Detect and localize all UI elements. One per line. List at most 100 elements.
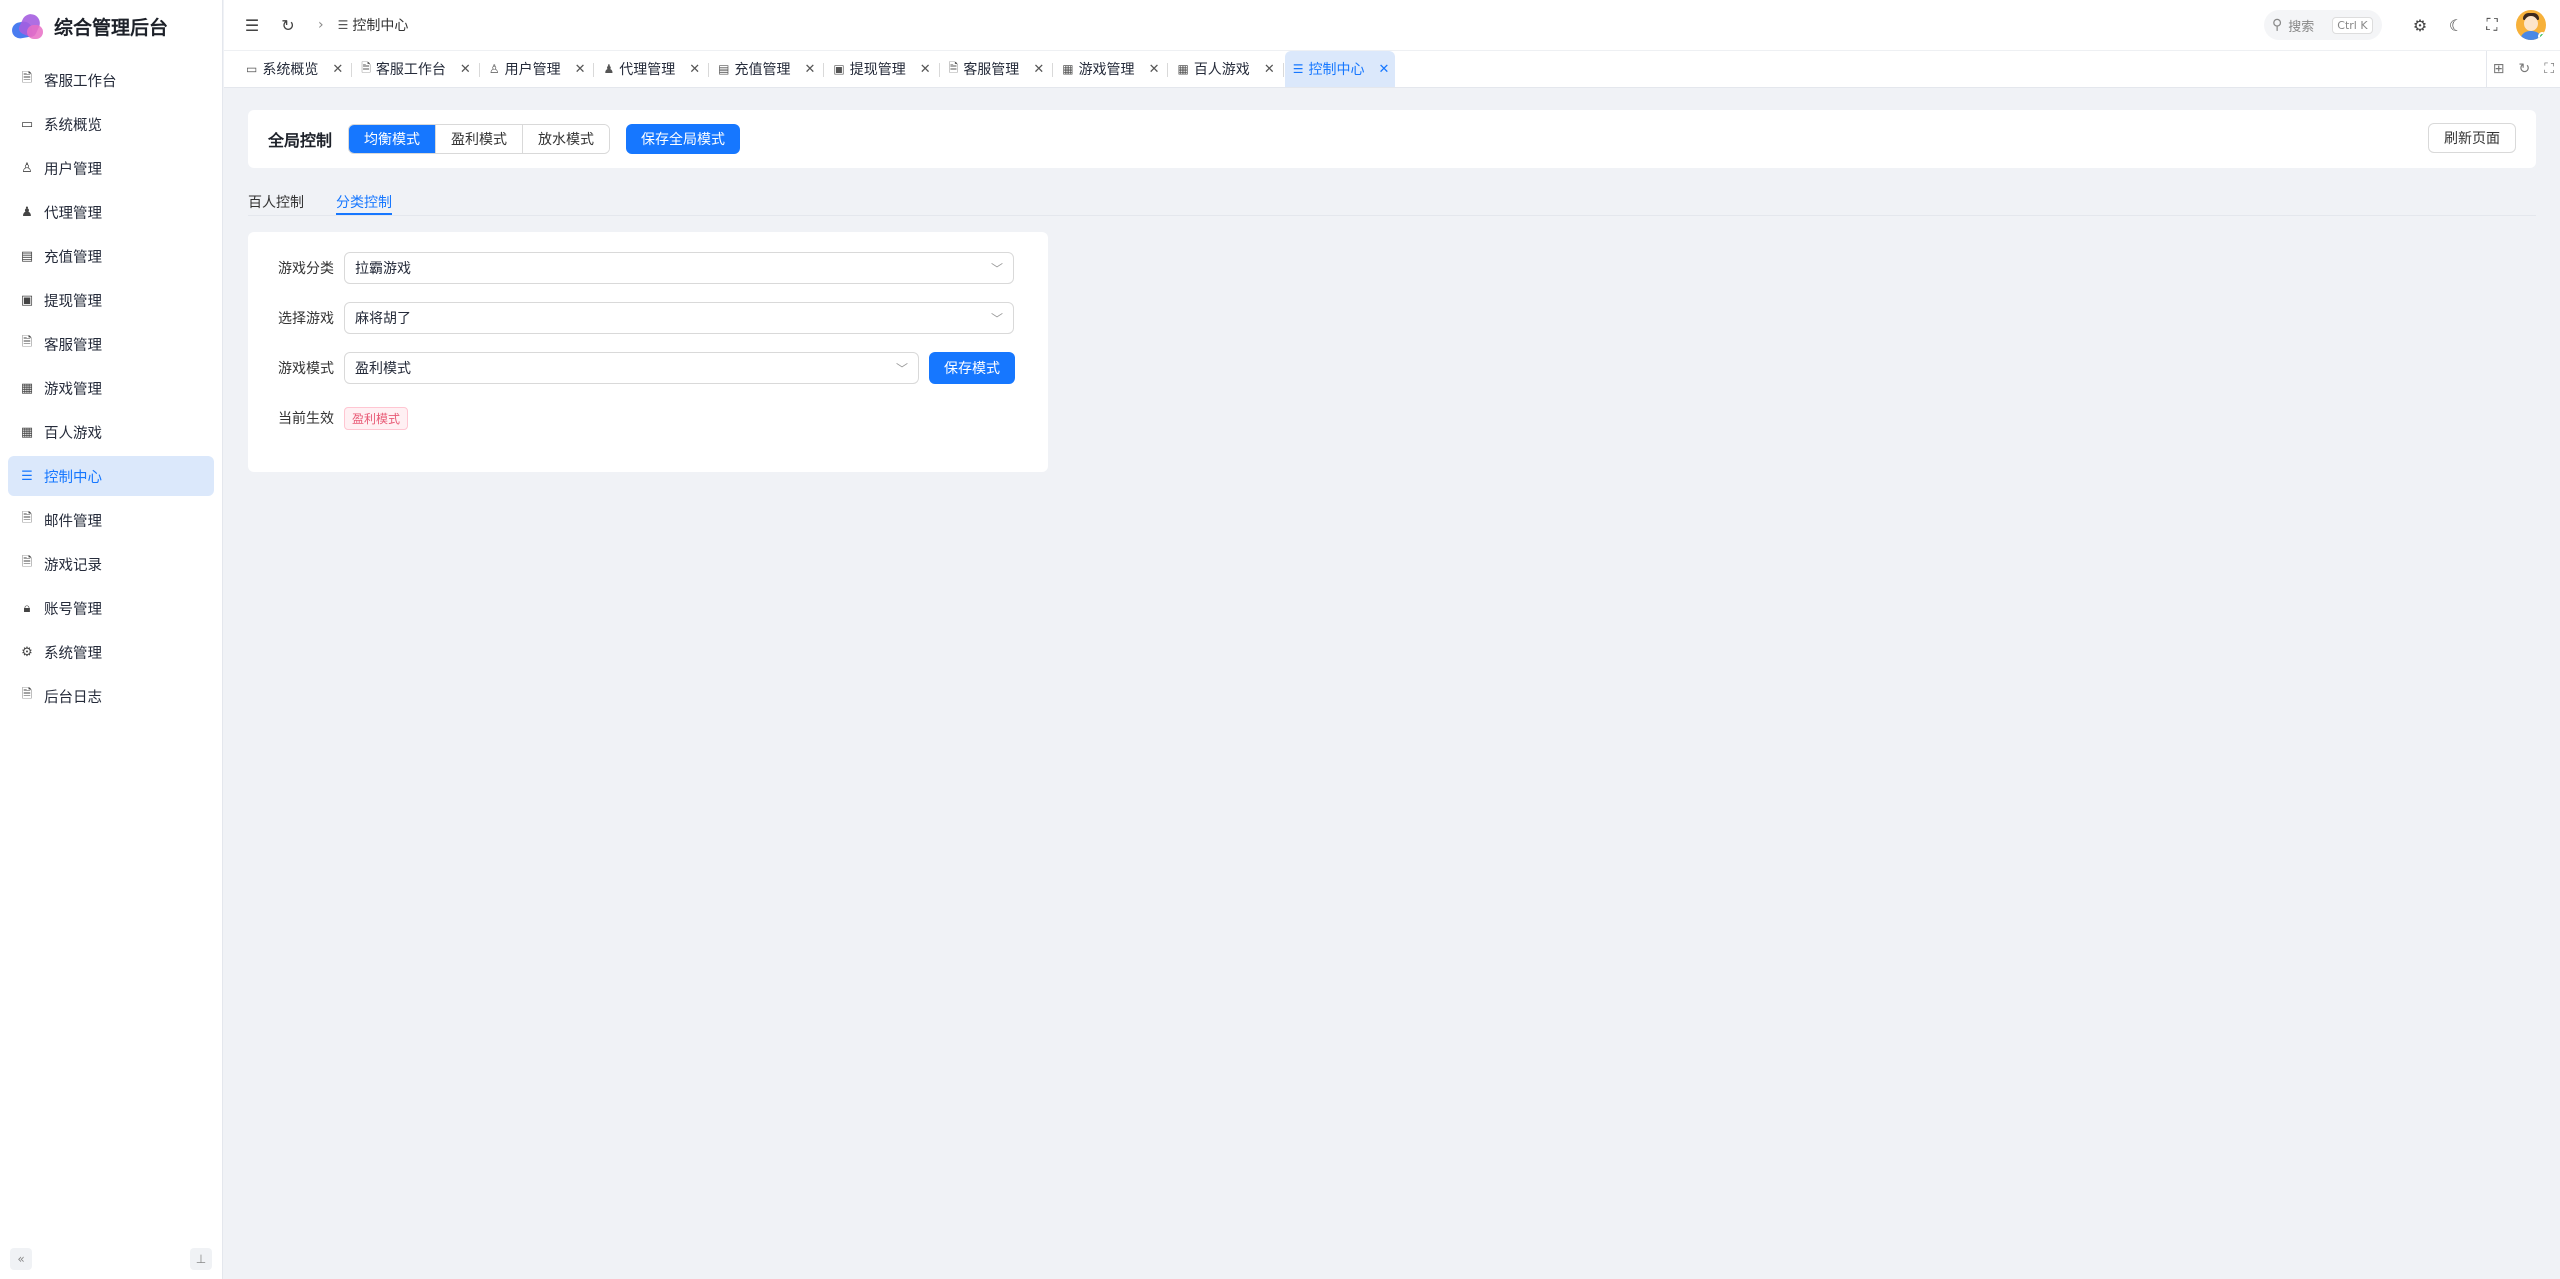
tab-label: 游戏管理 xyxy=(1078,62,1135,78)
sidebar-item-hundred-games[interactable]: ▦ 百人游戏 xyxy=(8,412,214,452)
sidebar-item-label: 游戏记录 xyxy=(44,557,102,574)
sliders-icon: ☰ xyxy=(337,18,349,32)
sidebar-item-system[interactable]: ⚙ 系统管理 xyxy=(8,632,214,672)
close-icon[interactable]: ✕ xyxy=(689,62,700,77)
logo[interactable]: 综合管理后台 xyxy=(0,0,222,52)
tab-label: 用户管理 xyxy=(504,62,561,78)
form-row-game: 选择游戏 麻将胡了 ﹀ xyxy=(248,302,1048,334)
refresh-icon[interactable]: ↻ xyxy=(276,13,300,37)
tab-label: 代理管理 xyxy=(619,62,676,78)
chevron-right-icon: › xyxy=(318,17,324,33)
sidebar-menu: 🗎 客服工作台 ▭ 系统概览 ♙ 用户管理 ♟ 代理管理 ▤ 充值管理 ▣ 提现管理 🗎 客服… xyxy=(0,52,222,728)
sidebar-item-service-mgmt[interactable]: 🗎 客服管理 xyxy=(8,324,214,364)
sidebar-item-withdraw[interactable]: ▣ 提现管理 xyxy=(8,280,214,320)
category-control-card: 游戏分类 拉霸游戏 ﹀ 选择游戏 麻将胡了 ﹀ 游戏模式 盈利模式 ﹀ 保存模式… xyxy=(248,232,1048,472)
mode-release-option[interactable]: 放水模式 xyxy=(523,125,610,153)
monitor-icon: ▭ xyxy=(246,62,258,76)
sidebar-item-mail[interactable]: 🗎 邮件管理 xyxy=(8,500,214,540)
tab-agents[interactable]: ♟ 代理管理 ✕ xyxy=(595,51,709,87)
sidebar-item-service-desk[interactable]: 🗎 客服工作台 xyxy=(8,60,214,100)
sidebar-item-control-center[interactable]: ☰ 控制中心 xyxy=(8,456,214,496)
game-mode-select[interactable]: 盈利模式 ﹀ xyxy=(344,352,919,384)
close-icon[interactable]: ✕ xyxy=(1149,62,1160,77)
search-icon: ⚲ xyxy=(2272,17,2283,33)
chevron-down-icon: ﹀ xyxy=(990,311,1003,326)
refresh-page-button[interactable]: 刷新页面 xyxy=(2428,123,2516,153)
close-icon[interactable]: ✕ xyxy=(575,62,586,77)
sidebar-item-agents[interactable]: ♟ 代理管理 xyxy=(8,192,214,232)
grid-icon: ▦ xyxy=(1177,62,1189,76)
tab-label: 控制中心 xyxy=(1308,62,1365,78)
form-row-mode: 游戏模式 盈利模式 ﹀ 保存模式 xyxy=(248,352,1048,384)
sidebar-item-overview[interactable]: ▭ 系统概览 xyxy=(8,104,214,144)
tab-control-center[interactable]: ☰ 控制中心 ✕ xyxy=(1284,51,1396,87)
layout-grid-icon[interactable]: ⊞ xyxy=(2493,61,2505,77)
tab-label: 客服工作台 xyxy=(375,62,446,78)
fullscreen-icon[interactable]: ⛶ xyxy=(2480,13,2504,37)
header: ☰ ↻ › ☰ 控制中心 ⚲ 搜索 Ctrl K ⚙ ☾ ⛶ xyxy=(224,0,2560,50)
search-button[interactable]: ⚲ 搜索 Ctrl K xyxy=(2264,10,2382,40)
gear-icon[interactable]: ⚙ xyxy=(2408,13,2432,37)
global-control-panel: 全局控制 均衡模式 盈利模式 放水模式 保存全局模式 刷新页面 xyxy=(248,110,2536,168)
save-global-mode-button[interactable]: 保存全局模式 xyxy=(626,124,741,154)
tab-hundred-control[interactable]: 百人控制 xyxy=(248,192,304,215)
tab-games[interactable]: ▦ 游戏管理 ✕ xyxy=(1054,51,1169,87)
close-icon[interactable]: ✕ xyxy=(1264,62,1275,77)
user-icon: ♙ xyxy=(21,160,33,176)
close-icon[interactable]: ✕ xyxy=(920,62,931,77)
save-mode-button[interactable]: 保存模式 xyxy=(929,352,1015,384)
moon-icon[interactable]: ☾ xyxy=(2444,13,2468,37)
document-icon: 🗎 xyxy=(21,687,33,702)
close-icon[interactable]: ✕ xyxy=(1033,62,1044,77)
sidebar-item-label: 账号管理 xyxy=(44,601,102,618)
breadcrumb-current[interactable]: 控制中心 xyxy=(352,15,408,35)
document-icon: 🗎 xyxy=(21,511,33,526)
tab-users[interactable]: ♙ 用户管理 ✕ xyxy=(481,51,595,87)
close-icon[interactable]: ✕ xyxy=(460,62,471,77)
sidebar-item-label: 百人游戏 xyxy=(44,425,102,442)
tab-service-mgmt[interactable]: 🗎 客服管理 ✕ xyxy=(941,51,1053,87)
sidebar-item-recharge[interactable]: ▤ 充值管理 xyxy=(8,236,214,276)
close-icon[interactable]: ✕ xyxy=(805,62,816,77)
lock-icon: 🔒︎ xyxy=(23,600,31,616)
sidebar-item-game-records[interactable]: 🗎 游戏记录 xyxy=(8,544,214,584)
menu-toggle-icon[interactable]: ☰ xyxy=(240,13,264,37)
search-placeholder: 搜索 xyxy=(2288,19,2315,35)
grid-icon: ▦ xyxy=(20,380,34,396)
close-icon[interactable]: ✕ xyxy=(332,62,343,77)
user-filled-icon: ♟ xyxy=(21,204,33,220)
mode-balanced-option[interactable]: 均衡模式 xyxy=(349,125,437,153)
collapse-sidebar-icon[interactable]: « xyxy=(10,1248,32,1270)
category-select[interactable]: 拉霸游戏 ﹀ xyxy=(344,252,1014,284)
mode-profit-option[interactable]: 盈利模式 xyxy=(436,125,524,153)
game-select[interactable]: 麻将胡了 ﹀ xyxy=(344,302,1014,334)
maximize-content-icon[interactable]: ⛶ xyxy=(2544,61,2554,77)
avatar[interactable] xyxy=(2516,10,2546,40)
sidebar-item-users[interactable]: ♙ 用户管理 xyxy=(8,148,214,188)
document-icon: 🗎 xyxy=(21,71,33,86)
card-icon: ▤ xyxy=(20,248,34,264)
breadcrumb: › ☰ 控制中心 xyxy=(318,15,408,35)
tab-hundred-games[interactable]: ▦ 百人游戏 ✕ xyxy=(1169,51,1284,87)
sidebar-item-label: 游戏管理 xyxy=(44,381,102,398)
pin-icon[interactable]: ⊥ xyxy=(190,1248,212,1270)
tab-service-desk[interactable]: 🗎 客服工作台 ✕ xyxy=(353,51,480,87)
sidebar-item-accounts[interactable]: 🔒︎ 账号管理 xyxy=(8,588,214,628)
sidebar-item-logs[interactable]: 🗎 后台日志 xyxy=(8,676,214,716)
tab-recharge[interactable]: ▤ 充值管理 ✕ xyxy=(710,51,825,87)
gear-icon: ⚙ xyxy=(21,644,33,660)
sidebar-item-label: 控制中心 xyxy=(44,469,102,486)
sidebar-item-games[interactable]: ▦ 游戏管理 xyxy=(8,368,214,408)
close-icon[interactable]: ✕ xyxy=(1378,62,1389,77)
sidebar-item-label: 邮件管理 xyxy=(44,513,102,530)
form-row-category: 游戏分类 拉霸游戏 ﹀ xyxy=(248,252,1048,284)
tab-overview[interactable]: ▭ 系统概览 ✕ xyxy=(238,51,353,87)
reload-tab-icon[interactable]: ↻ xyxy=(2518,61,2530,77)
user-filled-icon: ♟ xyxy=(603,62,615,76)
main-content: 全局控制 均衡模式 盈利模式 放水模式 保存全局模式 刷新页面 百人控制 分类控… xyxy=(248,110,2536,472)
chevron-down-icon: ﹀ xyxy=(990,261,1003,276)
header-actions: ⚙ ☾ ⛶ xyxy=(2408,10,2546,40)
tab-category-control[interactable]: 分类控制 xyxy=(336,192,392,215)
sidebar-footer: « ⊥ xyxy=(10,1245,212,1273)
tab-withdraw[interactable]: ▣ 提现管理 ✕ xyxy=(825,51,940,87)
